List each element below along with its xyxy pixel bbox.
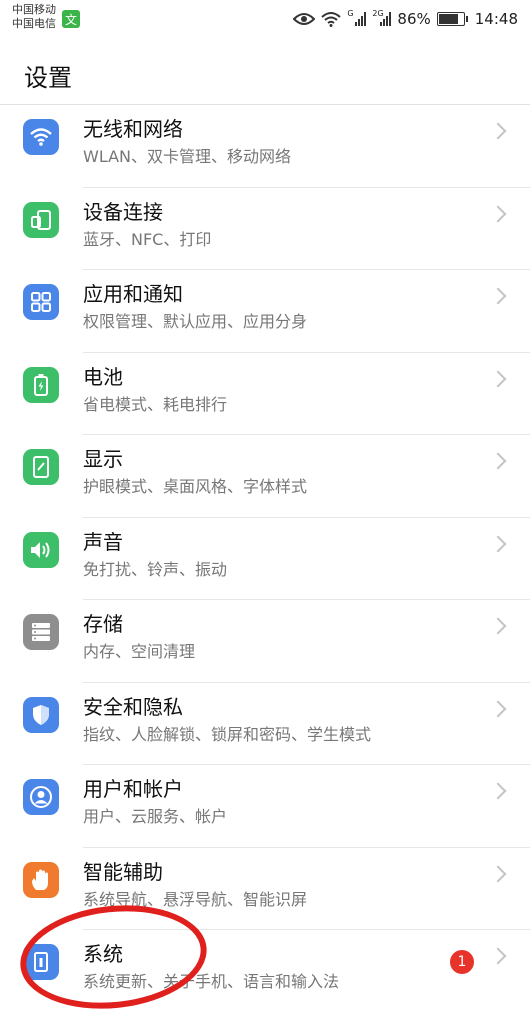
status-icons: G 2G 86% 14:48 (293, 8, 518, 30)
storage-icon (23, 614, 59, 650)
wifi-icon (23, 119, 59, 155)
battery-percent: 86% (397, 10, 431, 28)
wifi-status-icon (321, 12, 342, 27)
battery-icon (23, 366, 59, 403)
page-title: 设置 (24, 64, 72, 92)
settings-item-subtitle: 护眼模式、桌面风格、字体样式 (83, 477, 308, 496)
chevron-right-icon (489, 700, 507, 717)
carrier-info: 中国移动 中国电信 (12, 3, 56, 31)
sound-icon (23, 531, 59, 568)
notification-badge: 1 (450, 950, 474, 974)
signal-1-label: G (347, 9, 354, 18)
chevron-right-icon (489, 617, 507, 635)
settings-item-title: 用户和帐户 (83, 777, 183, 801)
carrier-badge: 文 (62, 10, 80, 28)
settings-item-apps-notifications[interactable]: 应用和通知 权限管理、默认应用、应用分身 (0, 270, 530, 353)
settings-item-wireless-network[interactable]: 无线和网络 WLAN、双卡管理、移动网络 (0, 105, 530, 188)
settings-item-display[interactable]: 显示 护眼模式、桌面风格、字体样式 (0, 435, 530, 518)
shield-icon (23, 696, 59, 733)
title-bar: 设置 (0, 40, 530, 105)
settings-item-subtitle: 指纹、人脸解锁、锁屏和密码、学生模式 (83, 724, 372, 744)
settings-item-smart-assistance[interactable]: 智能辅助 系统导航、悬浮导航、智能识屏 (0, 848, 530, 930)
settings-item-battery[interactable]: 电池 省电模式、耗电排行 (0, 353, 530, 435)
battery-status-icon (436, 12, 468, 26)
settings-item-subtitle: 用户、云服务、帐户 (83, 807, 228, 826)
settings-item-subtitle: WLAN、双卡管理、移动网络 (83, 147, 292, 166)
settings-item-subtitle: 系统更新、关于手机、语言和输入法 (83, 972, 340, 991)
chevron-right-icon (489, 287, 507, 305)
device-connect-icon (23, 201, 59, 238)
settings-item-title: 存储 (83, 612, 123, 636)
signal-icon-1: G (347, 9, 367, 26)
signal-icon-2: 2G (372, 9, 392, 26)
settings-item-subtitle: 免打扰、铃声、振动 (83, 559, 228, 579)
settings-item-title: 设备连接 (83, 199, 163, 224)
display-icon (23, 449, 59, 485)
settings-item-subtitle: 省电模式、耗电排行 (83, 394, 228, 414)
apps-icon (23, 284, 59, 320)
hand-icon (23, 861, 59, 898)
user-icon (23, 779, 59, 815)
settings-item-title: 显示 (83, 447, 123, 471)
settings-item-storage[interactable]: 存储 内存、空间清理 (0, 600, 530, 683)
settings-item-device-connection[interactable]: 设备连接 蓝牙、NFC、打印 (0, 188, 530, 270)
settings-item-subtitle: 蓝牙、NFC、打印 (83, 229, 212, 249)
settings-item-subtitle: 权限管理、默认应用、应用分身 (83, 312, 308, 331)
chevron-right-icon (489, 370, 507, 387)
settings-item-security-privacy[interactable]: 安全和隐私 指纹、人脸解锁、锁屏和密码、学生模式 (0, 683, 530, 765)
settings-list: 无线和网络 WLAN、双卡管理、移动网络 设备连接 蓝牙、NFC、打印 应用和通… (0, 105, 530, 1013)
chevron-right-icon (489, 122, 507, 140)
settings-item-subtitle: 系统导航、悬浮导航、智能识屏 (83, 889, 308, 909)
settings-item-title: 安全和隐私 (83, 694, 183, 719)
chevron-right-icon (489, 452, 507, 470)
settings-item-system[interactable]: 系统 系统更新、关于手机、语言和输入法 1 (0, 930, 530, 1013)
settings-item-title: 电池 (83, 364, 123, 389)
settings-item-title: 智能辅助 (83, 859, 163, 884)
settings-item-title: 声音 (83, 529, 123, 554)
chevron-right-icon (489, 205, 507, 222)
carrier-2: 中国电信 (12, 17, 56, 30)
chevron-right-icon (489, 782, 507, 800)
chevron-right-icon (489, 535, 507, 552)
signal-2-label: 2G (372, 9, 384, 18)
settings-item-subtitle: 内存、空间清理 (83, 642, 196, 661)
eye-icon (293, 13, 316, 25)
settings-item-title: 应用和通知 (83, 282, 183, 306)
settings-item-title: 系统 (83, 942, 123, 966)
settings-item-title: 无线和网络 (83, 117, 183, 141)
carrier-1: 中国移动 (12, 3, 56, 16)
settings-item-sound[interactable]: 声音 免打扰、铃声、振动 (0, 518, 530, 600)
chevron-right-icon (489, 865, 507, 882)
clock: 14:48 (474, 10, 518, 28)
chevron-right-icon (489, 947, 507, 965)
status-bar: 中国移动 中国电信 文 G 2G 86% 14:48 (0, 0, 530, 40)
settings-item-users-accounts[interactable]: 用户和帐户 用户、云服务、帐户 (0, 765, 530, 848)
